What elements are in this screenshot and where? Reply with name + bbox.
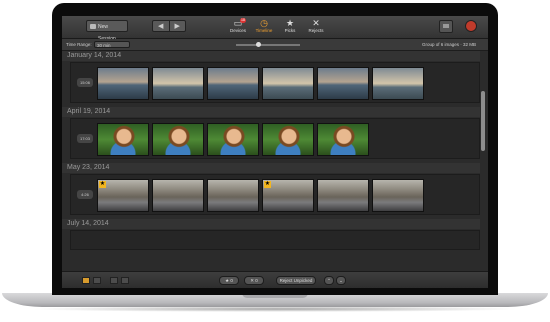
time-label: 15:06 [77,78,93,87]
group-info: Group of 6 images · 32 MB [422,42,477,47]
photo-thumbnail[interactable] [317,179,369,212]
photo-group: 15:06 [70,62,480,103]
photo-thumbnail[interactable] [317,67,369,100]
x-icon: ✕ [312,18,320,28]
image-view-button[interactable] [439,20,453,33]
app-window: New Session ◀ ▶ ▭ 18 Devices ◷ Timeline … [62,16,488,288]
forward-arrow-icon[interactable]: ▶ [168,21,186,31]
pick-star-icon: ★ [264,181,271,188]
bottom-bar: ★ 0 ✕ 0 Reject Unpicked ⌃ ⌄ [62,271,488,288]
photo-thumbnail[interactable] [97,123,149,156]
time-range-label: Time Range: [66,42,92,47]
time-label: 17:03 [77,134,93,143]
photo-thumbnail[interactable] [207,123,259,156]
star-icon: ★ [285,18,295,28]
photo-thumbnail[interactable] [207,179,259,212]
photo-thumbnail[interactable] [152,67,204,100]
pick-star-icon: ★ [99,181,106,188]
toolbar: New Session ◀ ▶ ▭ 18 Devices ◷ Timeline … [62,16,488,42]
tab-devices-label: Devices [229,28,246,33]
photo-thumbnail[interactable] [262,67,314,100]
photo-thumbnail[interactable] [152,179,204,212]
time-range-value: 30 min [97,43,111,48]
next-group-button[interactable]: ⌄ [336,276,346,285]
history-nav: ◀ ▶ [152,20,186,32]
photo-thumbnail[interactable] [372,67,424,100]
tab-picks[interactable]: ★ Picks [277,18,303,36]
compare-view-icon[interactable] [121,277,129,284]
chevron-down-icon: ⌄ [339,278,343,283]
devices-icon: ▭ [233,18,243,28]
grid-view-icon[interactable] [82,277,90,284]
photo-thumbnail[interactable] [207,67,259,100]
date-header: May 23, 2014 [62,163,480,173]
reject-unpicked-button[interactable]: Reject Unpicked [276,276,316,285]
time-label: 4:26 [77,190,93,199]
record-button[interactable] [465,20,477,32]
photo-group: 17:03 [70,118,480,159]
new-session-button[interactable]: New Session [86,20,128,42]
date-header: July 14, 2014 [62,219,480,229]
reject-icon: ✕ [250,278,254,283]
scrollbar-thumb[interactable] [481,91,485,151]
list-view-icon[interactable] [93,277,101,284]
tab-timeline[interactable]: ◷ Timeline [251,18,277,36]
tab-rejects[interactable]: ✕ Rejects [303,18,329,36]
photo-thumbnail[interactable] [317,123,369,156]
photo-thumbnail[interactable]: ★ [262,179,314,212]
date-header: January 14, 2014 [62,51,480,61]
star-icon: ★ [225,278,230,283]
picks-counter[interactable]: ★ 0 [219,276,239,285]
photo-group [70,230,480,250]
chevron-up-icon: ⌃ [327,278,331,283]
tab-devices[interactable]: ▭ 18 Devices [225,18,251,36]
photo-group: 4:26 ★ ★ [70,174,480,215]
previous-group-button[interactable]: ⌃ [324,276,334,285]
filter-bar: Time Range: 30 min Group of 6 images · 3… [62,39,488,51]
photo-thumbnail[interactable] [262,123,314,156]
date-header: April 19, 2014 [62,107,480,117]
clock-icon: ◷ [260,18,268,28]
tab-timeline-label: Timeline [255,28,273,33]
photo-thumbnail[interactable] [152,123,204,156]
zoom-slider-track[interactable] [236,44,300,46]
single-view-icon[interactable] [110,277,118,284]
rejects-counter[interactable]: ✕ 0 [244,276,264,285]
zoom-slider-knob[interactable] [256,42,262,47]
photo-thumbnail[interactable]: ★ [97,179,149,212]
tab-picks-label: Picks [284,28,296,33]
rejects-count: 0 [255,278,258,283]
time-range-select[interactable]: 30 min [94,41,130,48]
folder-icon [90,24,96,29]
timeline-content: January 14, 2014 15:06 April 19, 2014 17… [62,51,488,271]
picks-count: 0 [230,278,233,283]
tab-rejects-label: Rejects [308,28,324,33]
photo-thumbnail[interactable] [97,67,149,100]
devices-count-badge: 18 [240,18,246,23]
photo-thumbnail[interactable] [372,179,424,212]
back-arrow-icon[interactable]: ◀ [153,21,169,31]
